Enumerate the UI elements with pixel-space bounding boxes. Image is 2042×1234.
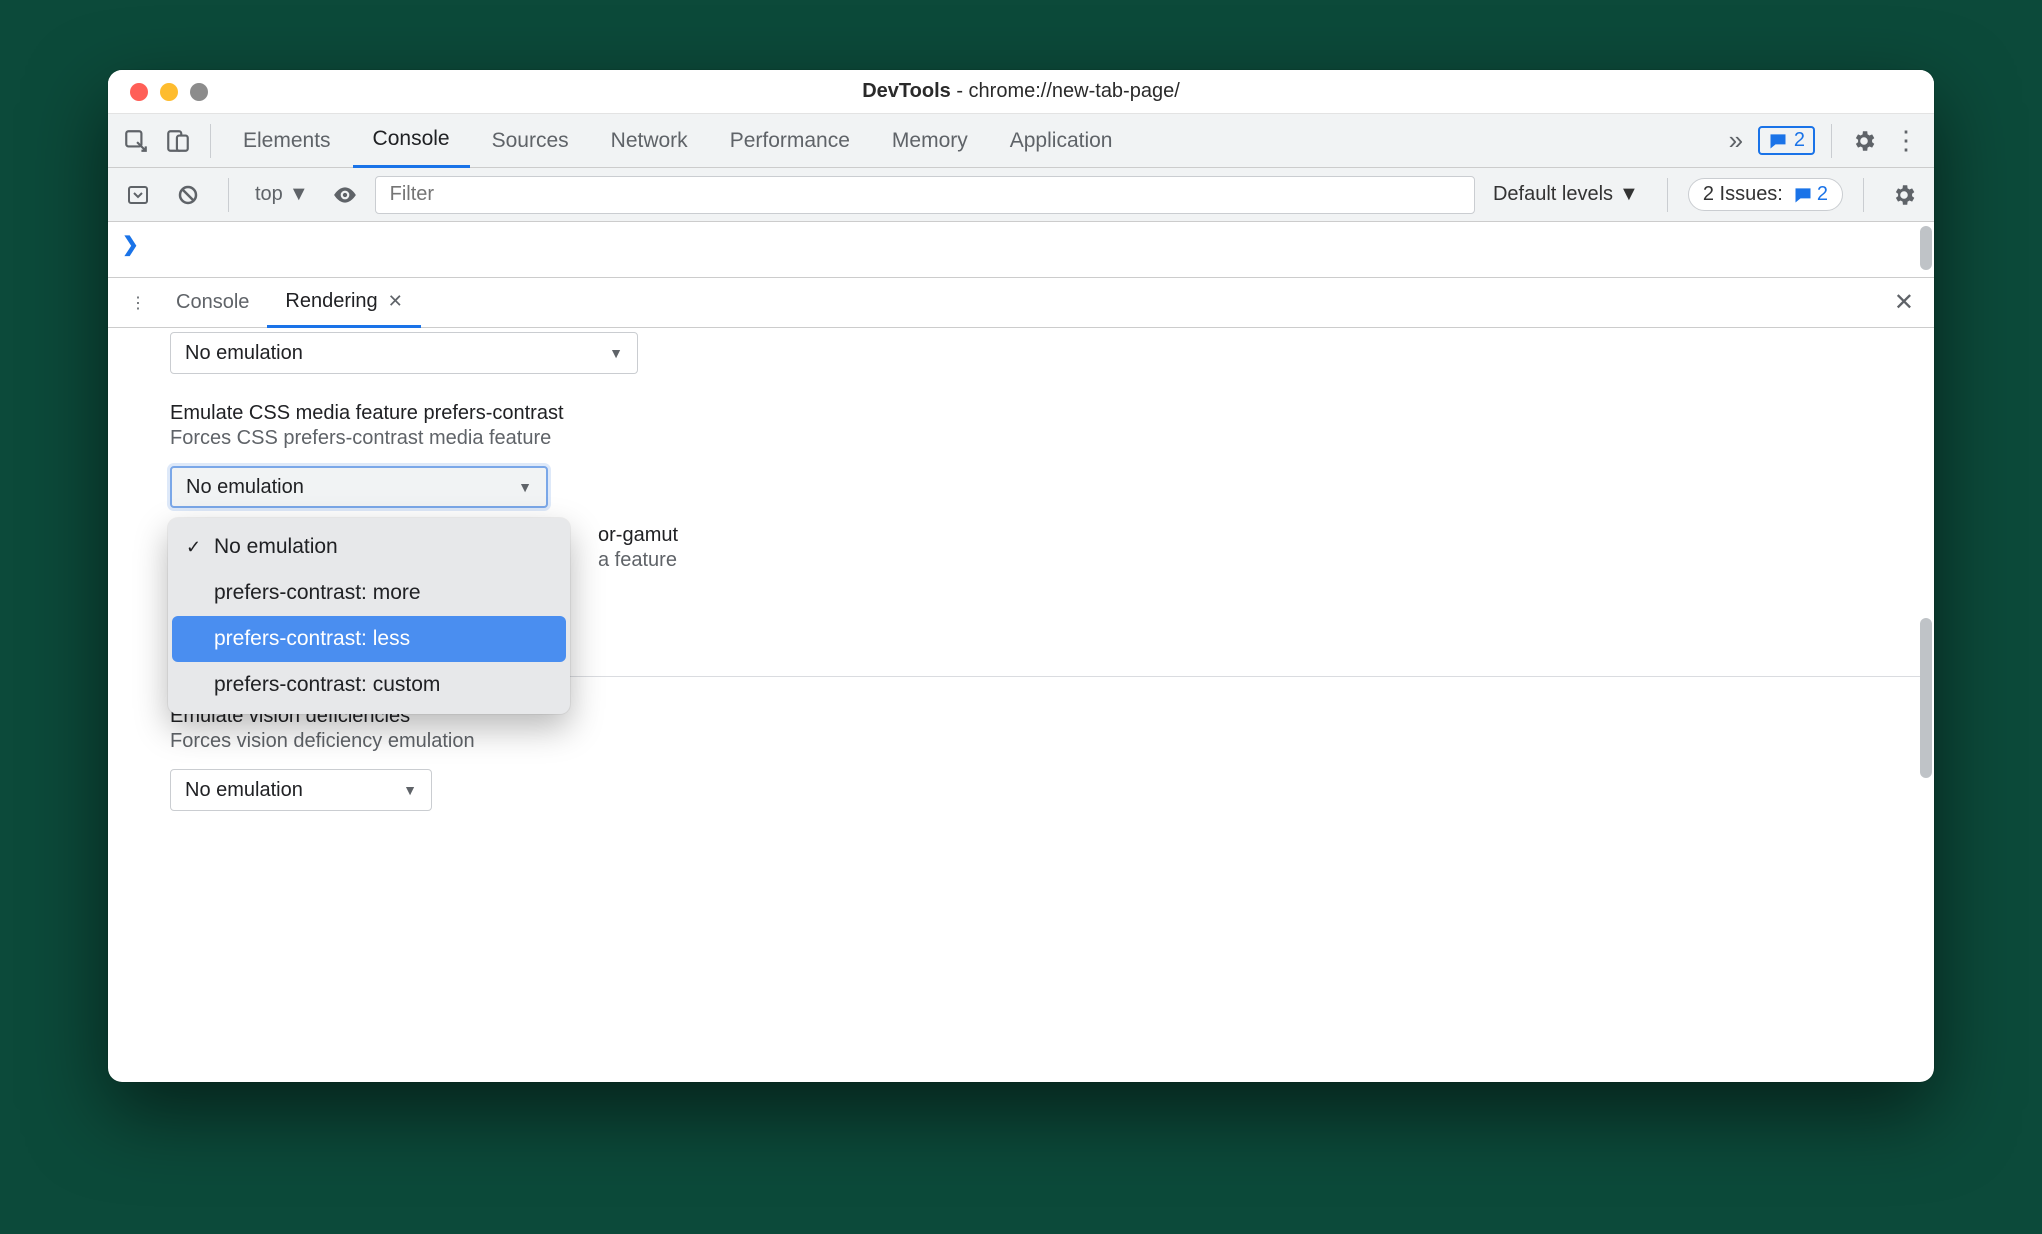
prefers-contrast-select[interactable]: No emulation ▼ <box>170 466 548 508</box>
separator <box>1667 178 1668 212</box>
console-body[interactable]: ❯ <box>108 222 1934 278</box>
issues-count: 2 <box>1794 129 1805 152</box>
drawer-tab-console[interactable]: Console <box>158 278 267 328</box>
console-toolbar: top ▼ Default levels ▼ 2 Issues: 2 <box>108 168 1934 222</box>
issues-pill-label: 2 Issues: <box>1703 183 1783 206</box>
vision-deficiency-select[interactable]: No emulation ▼ <box>170 769 432 811</box>
titlebar: DevTools - chrome://new-tab-page/ <box>108 70 1934 114</box>
more-tabs-icon[interactable]: » <box>1716 121 1756 161</box>
section-title: Emulate CSS media feature prefers-contra… <box>170 402 1934 425</box>
dropdown-option-custom[interactable]: prefers-contrast: custom <box>172 662 566 708</box>
message-icon <box>1793 185 1813 205</box>
tab-performance[interactable]: Performance <box>710 114 870 168</box>
issues-pill[interactable]: 2 Issues: 2 <box>1688 178 1843 211</box>
tab-console[interactable]: Console <box>353 114 470 168</box>
chevron-down-icon: ▼ <box>403 782 417 798</box>
issues-badge[interactable]: 2 <box>1758 126 1815 155</box>
chevron-down-icon: ▼ <box>289 183 309 206</box>
scrollbar[interactable] <box>1920 618 1932 778</box>
clear-console-icon[interactable] <box>168 175 208 215</box>
main-tabs: Elements Console Sources Network Perform… <box>108 114 1934 168</box>
separator <box>210 124 211 158</box>
tab-memory[interactable]: Memory <box>872 114 988 168</box>
chevron-down-icon: ▼ <box>518 479 532 495</box>
dropdown-option-more[interactable]: prefers-contrast: more <box>172 570 566 616</box>
prefers-contrast-dropdown[interactable]: ✓ No emulation prefers-contrast: more pr… <box>168 518 570 714</box>
drawer-tabs: ⋮ Console Rendering ✕ ✕ <box>108 278 1934 328</box>
vision-deficiencies-section: Emulate vision deficiencies Forces visio… <box>170 705 1934 811</box>
generic-emulation-select[interactable]: No emulation ▼ <box>170 332 638 374</box>
close-tab-icon[interactable]: ✕ <box>388 291 403 312</box>
chevron-down-icon: ▼ <box>1619 183 1639 206</box>
tab-sources[interactable]: Sources <box>472 114 589 168</box>
title-prefix: DevTools <box>862 80 951 102</box>
drawer-tab-rendering[interactable]: Rendering ✕ <box>267 278 420 328</box>
log-levels-selector[interactable]: Default levels ▼ <box>1485 183 1647 206</box>
tab-application[interactable]: Application <box>990 114 1133 168</box>
chevron-down-icon: ▼ <box>609 345 623 361</box>
select-value: No emulation <box>185 779 303 802</box>
message-icon <box>1768 131 1788 151</box>
filter-input[interactable] <box>375 176 1475 214</box>
check-icon: ✓ <box>186 537 201 558</box>
select-value: No emulation <box>186 476 304 499</box>
devtools-window: DevTools - chrome://new-tab-page/ Elemen… <box>108 70 1934 1082</box>
close-drawer-icon[interactable]: ✕ <box>1874 288 1934 317</box>
section-subtitle: Forces vision deficiency emulation <box>170 730 1934 753</box>
separator <box>1831 124 1832 158</box>
prefers-contrast-section: Emulate CSS media feature prefers-contra… <box>170 402 1934 508</box>
settings-icon[interactable] <box>1844 121 1884 161</box>
console-sidebar-icon[interactable] <box>118 175 158 215</box>
rendering-pane: No emulation ▼ Emulate CSS media feature… <box>108 328 1934 1082</box>
dropdown-option-no-emulation[interactable]: ✓ No emulation <box>172 524 566 570</box>
inspect-element-icon[interactable] <box>116 121 156 161</box>
more-menu-icon[interactable]: ⋮ <box>1886 121 1926 161</box>
scrollbar[interactable] <box>1920 226 1932 270</box>
separator <box>228 178 229 212</box>
device-toolbar-icon[interactable] <box>158 121 198 161</box>
console-settings-icon[interactable] <box>1884 175 1924 215</box>
context-selector[interactable]: top ▼ <box>249 183 315 206</box>
levels-label: Default levels <box>1493 183 1613 206</box>
tab-network[interactable]: Network <box>591 114 708 168</box>
tab-elements[interactable]: Elements <box>223 114 351 168</box>
live-expression-icon[interactable] <box>325 175 365 215</box>
console-prompt-icon: ❯ <box>122 232 139 257</box>
title-url: chrome://new-tab-page/ <box>969 80 1180 102</box>
window-title: DevTools - chrome://new-tab-page/ <box>108 80 1934 103</box>
dropdown-option-less[interactable]: prefers-contrast: less <box>172 616 566 662</box>
drawer-menu-icon[interactable]: ⋮ <box>118 293 158 313</box>
separator <box>1863 178 1864 212</box>
title-sep: - <box>951 80 969 102</box>
context-label: top <box>255 183 283 206</box>
section-subtitle: Forces CSS prefers-contrast media featur… <box>170 427 1934 450</box>
issues-pill-count: 2 <box>1817 183 1828 206</box>
select-value: No emulation <box>185 342 303 365</box>
